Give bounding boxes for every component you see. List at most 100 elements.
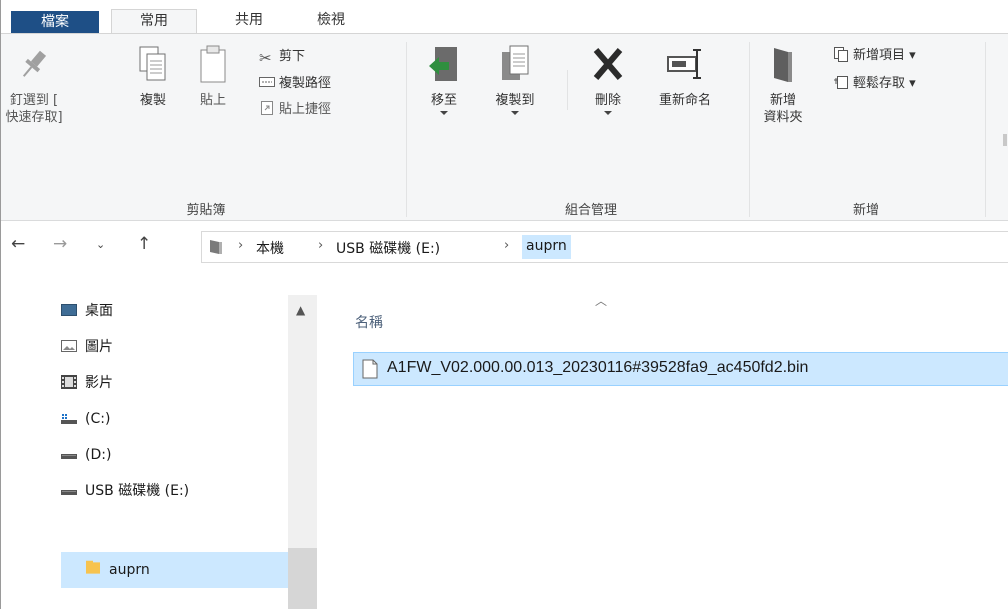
paste-shortcut-button[interactable]: 貼上捷徑 [259, 100, 331, 119]
rename-button[interactable]: 重新命名 [649, 44, 721, 109]
windows-drive-icon [61, 414, 77, 424]
group-separator [406, 42, 407, 217]
desktop-icon [61, 304, 77, 316]
move-to-icon [429, 47, 457, 81]
new-item-button[interactable]: 新增項目 ▾ [833, 46, 916, 65]
up-button[interactable]: ↑ [137, 234, 151, 254]
cut-button[interactable]: ✂ 剪下 [259, 48, 306, 67]
drive-icon [210, 240, 222, 254]
column-header-name[interactable]: 名稱 [355, 312, 383, 332]
copy-icon [139, 46, 166, 81]
file-name: A1FW_V02.000.00.013_20230116#39528fa9_ac… [387, 359, 809, 376]
new-item-icon [834, 47, 848, 62]
paste-label: 貼上 [199, 93, 226, 108]
nav-item-drive-c[interactable]: (C:) [61, 405, 110, 433]
pin-label-line1: 釘選到 [ [9, 93, 59, 108]
new-folder-button[interactable]: 新增 資料夾 [755, 44, 811, 126]
copy-path-button[interactable]: 複製路徑 [259, 74, 331, 93]
delete-icon [593, 48, 623, 80]
copy-path-icon [259, 77, 275, 87]
breadcrumb-separator: › [318, 238, 324, 253]
easy-access-label: 輕鬆存取 ▾ [853, 76, 916, 91]
breadcrumb-auprn[interactable]: auprn [522, 235, 571, 259]
tab-view[interactable]: 檢視 [301, 9, 361, 34]
pin-label-line2: 快速存取] [5, 110, 63, 125]
file-icon [362, 359, 378, 379]
arrow-left-icon: ← [11, 234, 26, 254]
clipboard-icon [200, 45, 226, 83]
nav-item-pictures[interactable]: 圖片 [61, 333, 113, 361]
paste-shortcut-icon [261, 101, 273, 115]
breadcrumb-usb-drive[interactable]: USB 磁碟機 (E:) [336, 238, 440, 258]
new-group-label: 新增 [852, 203, 879, 218]
new-folder-label-line2: 資料夾 [763, 110, 803, 125]
copy-to-label: 複製到 [495, 93, 535, 108]
copy-label: 複製 [139, 93, 166, 108]
clipboard-group-label: 剪貼簿 [186, 203, 226, 218]
tab-file[interactable]: 檔案 [11, 11, 99, 34]
rename-label: 重新命名 [658, 93, 711, 108]
open-partial-icon [1003, 134, 1007, 146]
arrow-up-icon: ↑ [137, 234, 152, 254]
arrow-right-icon: → [53, 234, 68, 254]
group-separator [985, 42, 986, 217]
move-to-button[interactable]: 移至 [421, 44, 467, 115]
tab-share[interactable]: 共用 [209, 9, 289, 34]
breadcrumb-separator: › [238, 238, 244, 253]
easy-access-button[interactable]: 輕鬆存取 ▾ [833, 74, 916, 93]
videos-icon [61, 375, 77, 389]
navigation-pane: 桌面 圖片 影片 (C:) (D:) USB 磁碟機 (E:) auprn ▲ [1, 295, 317, 609]
address-bar[interactable]: › 本機 › USB 磁碟機 (E:) › auprn [201, 231, 1008, 263]
new-folder-icon [774, 48, 792, 82]
scissors-icon: ✂ [259, 49, 272, 67]
nav-item-label: (D:) [85, 447, 112, 463]
copy-to-button[interactable]: 複製到 [487, 44, 543, 115]
group-separator [567, 70, 568, 110]
chevron-down-icon: ⌄ [96, 238, 106, 251]
delete-dropdown-icon [604, 111, 612, 115]
ribbon-home: 釘選到 [ 快速存取] 複製 貼上 ✂ 剪下 複製路徑 貼上捷徑 剪貼簿 移至 … [1, 33, 1008, 221]
copy-to-dropdown-icon [511, 111, 519, 115]
file-explorer-window: 檔案 常用 共用 檢視 釘選到 [ 快速存取] 複製 貼上 ✂ 剪下 複製路徑 … [0, 0, 1008, 609]
scroll-thumb[interactable] [288, 548, 317, 609]
nav-item-label: 圖片 [85, 339, 113, 355]
nav-pane-scrollbar[interactable]: ▲ [288, 295, 317, 609]
new-folder-label-line1: 新增 [769, 93, 796, 108]
address-bar-row: ← → ⌄ ↑ › 本機 › USB 磁碟機 (E:) › auprn [1, 222, 1008, 270]
copy-path-label: 複製路徑 [279, 76, 332, 91]
scroll-up-icon[interactable]: ▲ [296, 303, 305, 317]
nav-item-label: auprn [109, 562, 150, 578]
usb-drive-icon [61, 490, 77, 495]
move-to-dropdown-icon [440, 111, 448, 115]
organize-group-label: 組合管理 [564, 203, 617, 218]
cut-label: 剪下 [279, 49, 306, 64]
nav-item-videos[interactable]: 影片 [61, 369, 113, 397]
file-row[interactable]: A1FW_V02.000.00.013_20230116#39528fa9_ac… [353, 352, 1008, 386]
breadcrumb-separator: › [504, 238, 510, 253]
nav-item-label: 影片 [85, 375, 113, 391]
recent-locations-button[interactable]: ⌄ [96, 238, 105, 251]
breadcrumb-this-pc[interactable]: 本機 [256, 238, 284, 258]
pin-quick-access-button[interactable]: 釘選到 [ 快速存取] [3, 44, 65, 126]
easy-access-icon [834, 76, 848, 89]
forward-button[interactable]: → [53, 234, 67, 254]
nav-item-label: (C:) [85, 411, 111, 427]
paste-button[interactable]: 貼上 [191, 44, 235, 109]
pictures-icon [61, 340, 77, 352]
nav-item-drive-d[interactable]: (D:) [61, 441, 111, 469]
back-button[interactable]: ← [11, 234, 25, 254]
new-item-label: 新增項目 ▾ [853, 48, 916, 63]
delete-label: 刪除 [594, 93, 621, 108]
copy-to-icon [502, 45, 529, 80]
folder-icon [86, 560, 100, 574]
delete-button[interactable]: 刪除 [585, 44, 631, 115]
nav-item-desktop[interactable]: 桌面 [61, 297, 113, 325]
nav-item-usb-drive[interactable]: USB 磁碟機 (E:) [61, 477, 189, 505]
file-list: ︿ 名稱 A1FW_V02.000.00.013_20230116#39528f… [317, 270, 1008, 609]
tab-home[interactable]: 常用 [111, 9, 197, 35]
sort-ascending-icon: ︿ [595, 294, 608, 308]
group-separator [749, 42, 750, 217]
ribbon-tab-bar: 檔案 常用 共用 檢視 [1, 0, 1008, 35]
copy-button[interactable]: 複製 [133, 44, 173, 109]
nav-item-auprn[interactable]: auprn [85, 556, 150, 584]
